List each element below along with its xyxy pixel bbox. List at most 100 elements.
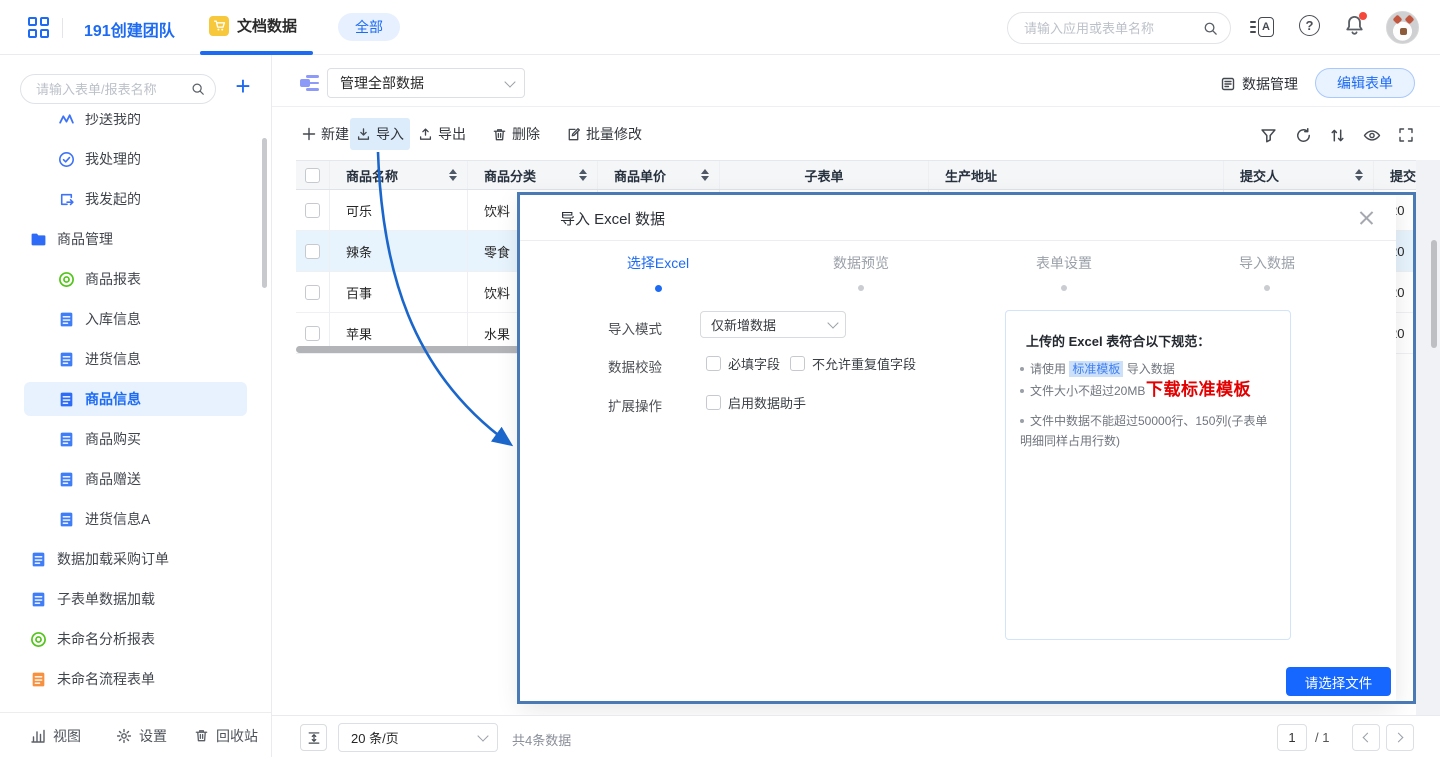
sort-icon[interactable] <box>449 169 457 181</box>
no-duplicate-checkbox[interactable]: 不允许重复值字段 <box>790 354 916 373</box>
report-icon <box>30 631 47 648</box>
import-excel-modal: 导入 Excel 数据 选择Excel 数据预览 表单设置 导入数据 导入模式 … <box>520 195 1396 703</box>
views-button[interactable]: 视图 <box>30 713 81 757</box>
divider <box>62 18 63 38</box>
form-doc-icon <box>58 311 75 328</box>
sort-icon[interactable] <box>701 169 709 181</box>
data-validate-label: 数据校验 <box>608 356 662 376</box>
chevron-down-icon <box>827 317 838 328</box>
trash-icon <box>492 127 507 142</box>
col-header-name[interactable]: 商品名称 <box>330 161 468 189</box>
data-assistant-checkbox[interactable]: 启用数据助手 <box>706 393 806 412</box>
step-dot <box>1264 285 1270 291</box>
sidebar-item-inbound-info[interactable]: 入库信息 <box>0 299 271 339</box>
sidebar-search[interactable] <box>20 74 216 104</box>
select-all-checkbox[interactable] <box>296 161 330 189</box>
tab-doc-data[interactable]: 文档数据 <box>209 15 297 36</box>
form-doc-icon <box>58 351 75 368</box>
translate-icon[interactable]: A <box>1250 15 1274 39</box>
row-height-button[interactable] <box>300 724 327 751</box>
filter-icon[interactable] <box>1260 127 1278 145</box>
data-manage-icon <box>1220 76 1236 92</box>
sidebar-scrollbar[interactable] <box>262 138 267 288</box>
edit-form-button[interactable]: 编辑表单 <box>1315 68 1415 98</box>
page-number-input[interactable] <box>1277 724 1307 751</box>
data-manage-button[interactable]: 数据管理 <box>1220 74 1298 94</box>
import-button[interactable]: 导入 <box>350 118 410 150</box>
export-button[interactable]: 导出 <box>412 118 472 150</box>
step-form-settings: 表单设置 <box>994 253 1134 291</box>
sort-icon[interactable] <box>579 169 587 181</box>
col-header-submit-time[interactable]: 提交时间 <box>1374 161 1416 189</box>
step-dot <box>858 285 864 291</box>
col-header-address[interactable]: 生产地址 <box>929 161 1224 189</box>
sort-icon[interactable] <box>1329 127 1347 145</box>
prev-page-button[interactable] <box>1352 724 1380 751</box>
tab-label: 文档数据 <box>237 15 297 36</box>
help-icon[interactable]: ? <box>1299 15 1320 36</box>
apps-grid-icon[interactable] <box>28 17 49 38</box>
add-form-button[interactable]: + <box>228 71 258 103</box>
import-mode-label: 导入模式 <box>608 318 662 338</box>
folder-icon <box>30 231 47 248</box>
notifications-bell-icon[interactable] <box>1344 14 1368 38</box>
sidebar-item-purchase-info-a[interactable]: 进货信息A <box>0 499 271 539</box>
sidebar-item-product-report[interactable]: 商品报表 <box>0 259 271 299</box>
sidebar-item-purchase-info[interactable]: 进货信息 <box>0 339 271 379</box>
col-header-submitter[interactable]: 提交人 <box>1224 161 1374 189</box>
recycle-bin-button[interactable]: 回收站 <box>194 713 258 757</box>
chevron-right-icon <box>1394 733 1404 743</box>
delete-button[interactable]: 删除 <box>486 118 546 150</box>
sidebar-item-product-buy[interactable]: 商品购买 <box>0 419 271 459</box>
send-doc-icon <box>58 191 75 208</box>
sidebar-item-product-gift[interactable]: 商品赠送 <box>0 459 271 499</box>
col-header-subform[interactable]: 子表单 <box>720 161 929 189</box>
refresh-icon[interactable] <box>1295 127 1313 145</box>
required-fields-checkbox[interactable]: 必填字段 <box>706 354 780 373</box>
export-icon <box>418 127 433 142</box>
filter-all-pill[interactable]: 全部 <box>338 13 400 41</box>
data-scope-select[interactable]: 管理全部数据 <box>327 68 525 98</box>
avatar[interactable] <box>1386 11 1419 44</box>
sidebar-item-my-initiated[interactable]: 我发起的 <box>0 179 271 219</box>
vertical-scrollbar[interactable] <box>1431 240 1437 348</box>
row-checkbox[interactable] <box>296 190 330 230</box>
sidebar-item-my-tasks[interactable]: 我处理的 <box>0 139 271 179</box>
row-checkbox[interactable] <box>296 272 330 312</box>
annotation-download-template-note: 下载标准模板 <box>1146 375 1251 400</box>
sidebar-item-unnamed-report[interactable]: 未命名分析报表 <box>0 619 271 659</box>
sidebar-group-product-mgmt[interactable]: 商品管理 <box>0 219 271 259</box>
extend-ops-label: 扩展操作 <box>608 395 662 415</box>
collapse-sidebar-icon[interactable] <box>300 75 319 91</box>
choose-file-button[interactable]: 请选择文件 <box>1286 667 1391 696</box>
table-footer: 20 条/页 共4条数据 / 1 <box>272 715 1440 757</box>
close-icon[interactable] <box>1356 207 1378 229</box>
sidebar-item-product-info[interactable]: 商品信息 <box>0 379 271 419</box>
col-header-price[interactable]: 商品单价 <box>598 161 720 189</box>
eye-icon[interactable] <box>1363 127 1381 145</box>
sidebar-search-input[interactable] <box>36 82 191 97</box>
row-checkbox[interactable] <box>296 231 330 271</box>
sidebar-item-data-load-order[interactable]: 数据加载采购订单 <box>0 539 271 579</box>
new-button[interactable]: 新建 <box>296 118 355 150</box>
settings-button[interactable]: 设置 <box>116 713 167 757</box>
forward-icon <box>58 113 75 128</box>
form-doc-icon <box>58 471 75 488</box>
batch-edit-button[interactable]: 批量修改 <box>560 118 648 150</box>
team-name[interactable]: 191创建团队 <box>84 17 175 41</box>
fullscreen-icon[interactable] <box>1398 127 1416 145</box>
page-size-select[interactable]: 20 条/页 <box>338 723 498 752</box>
standard-template-link[interactable]: 标准模板 <box>1069 361 1123 377</box>
sidebar-footer: 视图 设置 回收站 <box>0 712 271 757</box>
sidebar-item-cc-me[interactable]: 抄送我的 <box>0 113 271 139</box>
sort-icon[interactable] <box>1355 169 1363 181</box>
sidebar-item-subform-data-load[interactable]: 子表单数据加载 <box>0 579 271 619</box>
next-page-button[interactable] <box>1386 724 1414 751</box>
col-header-category[interactable]: 商品分类 <box>468 161 598 189</box>
sidebar-item-unnamed-flow-form[interactable]: 未命名流程表单 <box>0 659 271 699</box>
global-search-input[interactable] <box>1024 21 1203 36</box>
table-header-row: 商品名称 商品分类 商品单价 子表单 生产地址 提交人 提交时间 <box>296 160 1416 190</box>
import-mode-select[interactable]: 仅新增数据 <box>700 311 846 338</box>
form-doc-icon <box>58 431 75 448</box>
global-search[interactable] <box>1007 12 1231 44</box>
